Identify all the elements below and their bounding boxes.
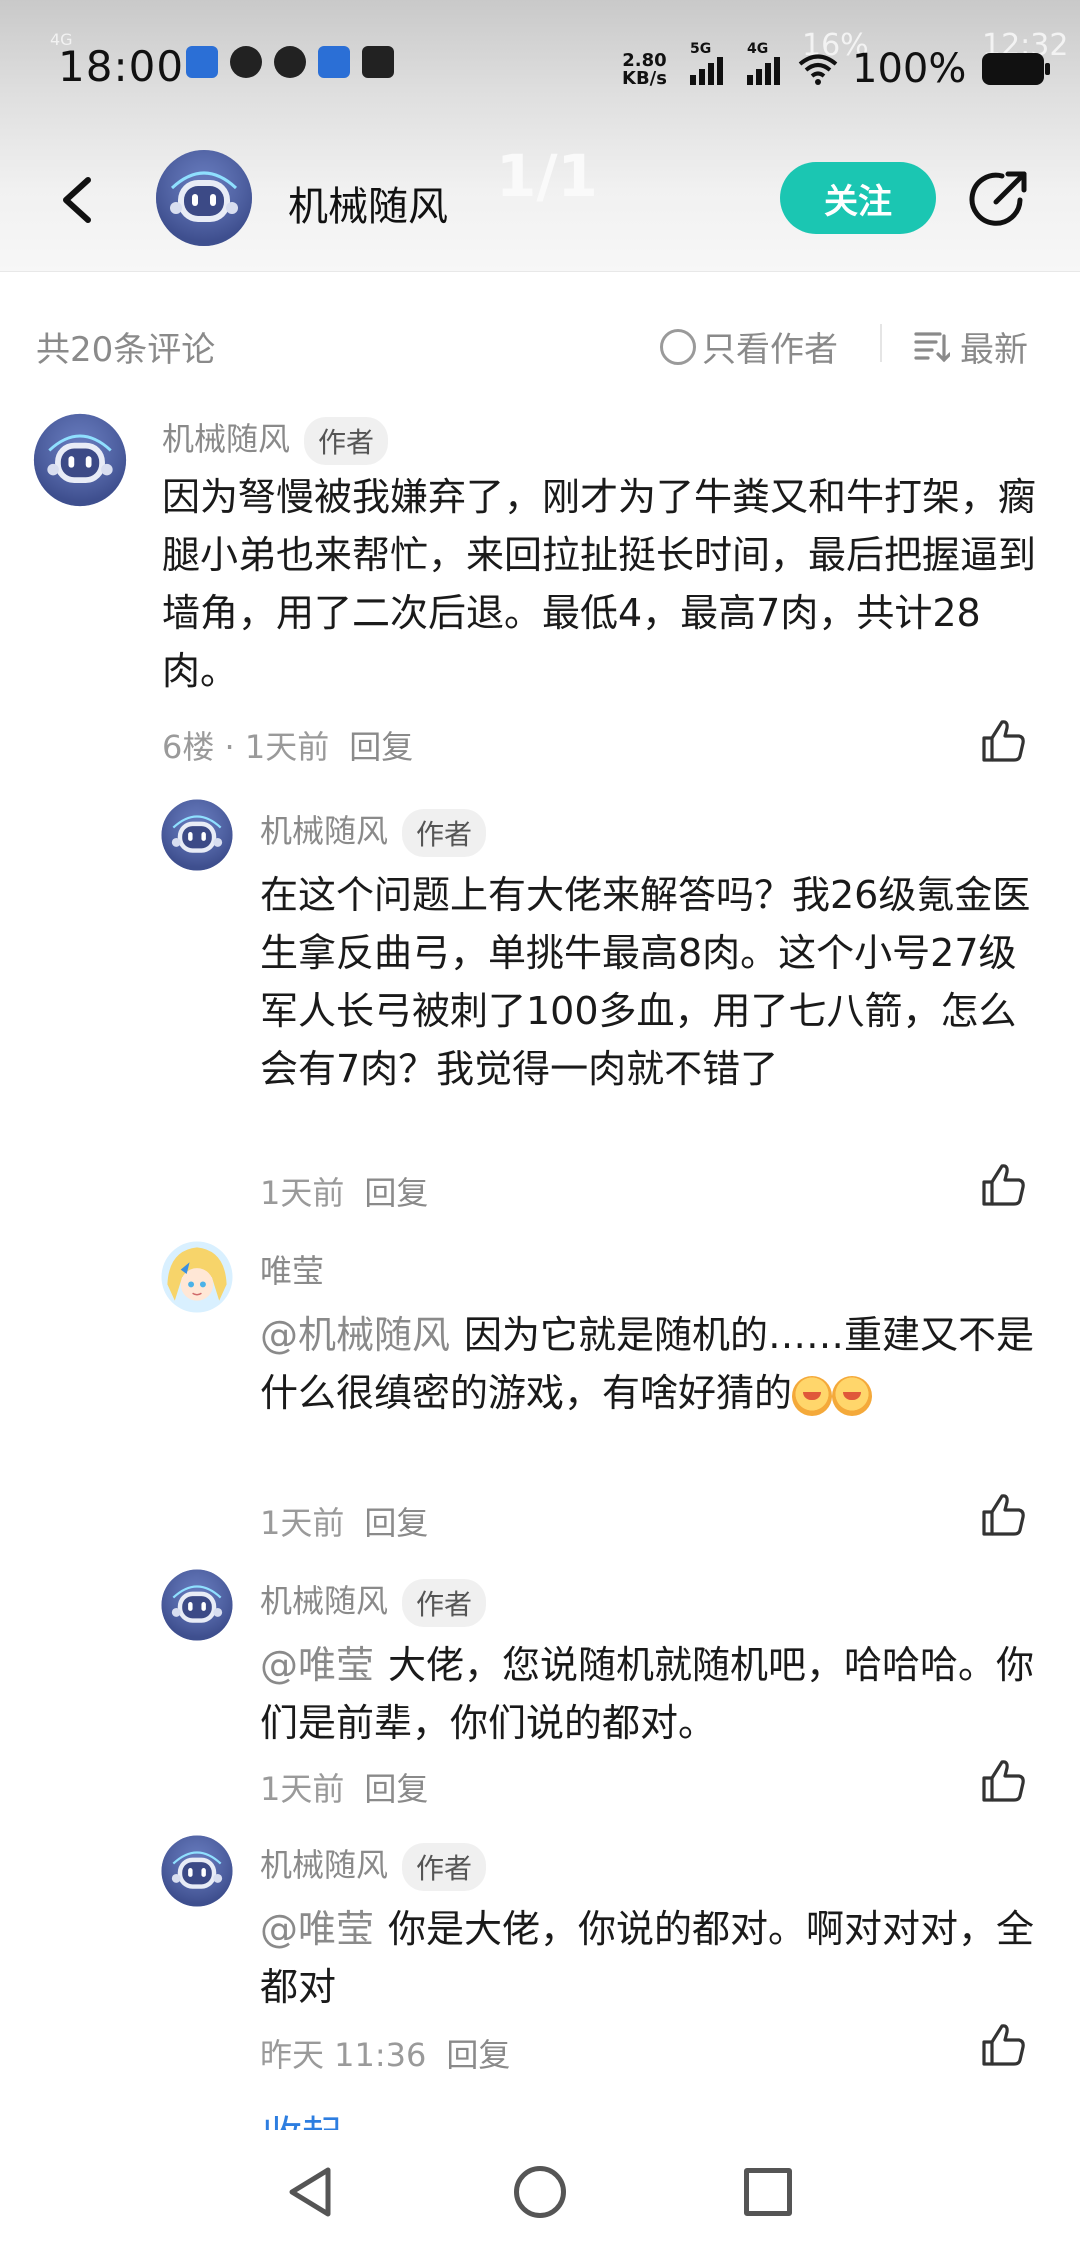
person-icon xyxy=(362,46,394,78)
comment-text: 在这个问题上有大佬来解答吗？我26级氪金医生拿反曲弓，单挑牛最高8肉。这个小号2… xyxy=(260,873,1031,1091)
comment-author-name: 唯莹 xyxy=(260,1252,325,1290)
comment-author[interactable]: 机械随风 作者 xyxy=(260,1840,487,1891)
sort-button[interactable]: 最新 xyxy=(914,322,1028,371)
comment-text: 因为弩慢被我嫌弃了，刚才为了牛粪又和牛打架，瘸腿小弟也来帮忙，来回拉扯挺长时间，… xyxy=(162,475,1037,693)
comment-author[interactable]: 唯莹 xyxy=(260,1246,324,1292)
mention-link[interactable]: @唯莹 xyxy=(260,1907,374,1951)
thumbs-up-icon[interactable] xyxy=(978,1490,1028,1540)
radio-icon[interactable] xyxy=(660,328,696,365)
comment-meta: 1天前 回复 xyxy=(260,1498,428,1544)
author-only-label: 只看作者 xyxy=(702,330,838,370)
share-icon[interactable] xyxy=(966,166,1032,232)
wifi-icon xyxy=(798,54,838,85)
comment-author-name: 机械随风 xyxy=(260,1846,389,1884)
status-right-group: 5G 4G 100% xyxy=(690,41,1051,92)
comment-time: 1天前 xyxy=(260,1770,345,1808)
thumbs-up-icon[interactable] xyxy=(978,716,1028,766)
comment-meta: 1天前 回复 xyxy=(260,1764,428,1810)
thumbs-up-icon[interactable] xyxy=(978,2020,1028,2070)
back-arrow-icon[interactable] xyxy=(50,170,106,230)
comment-author[interactable]: 机械随风 作者 xyxy=(260,1576,487,1627)
nav-back-icon[interactable] xyxy=(284,2164,338,2220)
weibo-icon xyxy=(274,46,306,78)
smile-emoji-icon xyxy=(792,1375,833,1416)
comment-detail-screen: 4G 18:00 2.80 KB/s 16% 12:32 5G 4G 100% … xyxy=(0,0,1080,2244)
author-tag: 作者 xyxy=(402,809,487,857)
comment-author-name: 机械随风 xyxy=(162,420,291,458)
system-nav-bar xyxy=(0,2130,1080,2244)
sort-label: 最新 xyxy=(960,330,1028,370)
nav-recent-icon[interactable] xyxy=(744,2168,792,2216)
signal-4g-icon: 4G xyxy=(747,41,780,85)
comment-meta: 6楼 · 1天前 回复 xyxy=(162,722,413,768)
reply-button[interactable]: 回复 xyxy=(349,728,413,766)
avatar[interactable] xyxy=(154,148,254,248)
author-tag: 作者 xyxy=(402,1843,487,1891)
reply-button[interactable]: 回复 xyxy=(446,2036,510,2074)
thumbs-up-icon[interactable] xyxy=(978,1160,1028,1210)
comment-time: 1天前 xyxy=(260,1174,345,1212)
comment-author[interactable]: 机械随风 作者 xyxy=(260,806,487,857)
avatar[interactable] xyxy=(160,798,234,872)
comment-body: 大佬，您说随机就随机吧，哈哈哈。你们是前辈，你们说的都对。 xyxy=(260,1643,1035,1745)
sort-icon xyxy=(914,331,950,362)
battery-percent: 100% xyxy=(852,46,967,92)
mention-link[interactable]: @机械随风 xyxy=(260,1313,450,1357)
status-bar: 4G 18:00 2.80 KB/s 16% 12:32 5G 4G 100% xyxy=(0,0,1080,130)
avatar[interactable] xyxy=(32,412,128,508)
app-notification-icon xyxy=(186,46,218,78)
network-speed-unit: KB/s xyxy=(622,68,667,89)
comment-meta: 1天前 回复 xyxy=(260,1168,428,1214)
comment-filter-bar: 共20条评论 只看作者 最新 xyxy=(0,310,1080,376)
comment-author-name: 机械随风 xyxy=(260,1582,389,1620)
reply-button[interactable]: 回复 xyxy=(364,1504,428,1542)
nav-home-icon[interactable] xyxy=(514,2166,566,2218)
battery-icon xyxy=(982,53,1051,85)
author-only-toggle[interactable]: 只看作者 xyxy=(660,322,838,371)
comment-author-name: 机械随风 xyxy=(260,812,389,850)
notification-icons xyxy=(186,46,394,78)
comment-time: 昨天 11:36 xyxy=(260,2036,427,2074)
comment-floor-time: 6楼 · 1天前 xyxy=(162,728,330,766)
comment-meta: 昨天 11:36 回复 xyxy=(260,2030,510,2076)
reply-button[interactable]: 回复 xyxy=(364,1174,428,1212)
comment-total-count: 共20条评论 xyxy=(36,330,216,370)
comment-text: @机械随风 因为它就是随机的……重建又不是什么很缜密的游戏，有啥好猜的 xyxy=(260,1306,1040,1422)
comment-author[interactable]: 机械随风 作者 xyxy=(162,414,389,465)
author-tag: 作者 xyxy=(304,417,389,465)
author-tag: 作者 xyxy=(402,1579,487,1627)
signal-5g-icon: 5G xyxy=(690,41,723,85)
thumbs-up-icon[interactable] xyxy=(978,1756,1028,1806)
comment-body: 你是大佬，你说的都对。啊对对对，全都对 xyxy=(260,1907,1035,2009)
avatar[interactable] xyxy=(160,1568,234,1642)
comment-time: 1天前 xyxy=(260,1504,345,1542)
reply-button[interactable]: 回复 xyxy=(364,1770,428,1808)
header-author-name[interactable]: 机械随风 xyxy=(288,174,448,232)
comment-text: @唯莹 你是大佬，你说的都对。啊对对对，全都对 xyxy=(260,1900,1050,2016)
mention-link[interactable]: @唯莹 xyxy=(260,1643,374,1687)
status-time: 18:00 xyxy=(58,42,185,91)
header: 1/1 机械随风 关注 xyxy=(0,130,1080,272)
app-blue-icon xyxy=(318,46,350,78)
top-area: 4G 18:00 2.80 KB/s 16% 12:32 5G 4G 100% … xyxy=(0,0,1080,272)
follow-button[interactable]: 关注 xyxy=(780,162,936,234)
chat-notification-icon xyxy=(230,46,262,78)
network-speed: 2.80 KB/s xyxy=(622,52,667,88)
divider xyxy=(880,324,882,362)
smile-emoji-icon xyxy=(832,1375,873,1416)
avatar[interactable] xyxy=(160,1240,234,1314)
comment-text: @唯莹 大佬，您说随机就随机吧，哈哈哈。你们是前辈，你们说的都对。 xyxy=(260,1636,1060,1752)
avatar[interactable] xyxy=(160,1834,234,1908)
page-indicator: 1/1 xyxy=(496,142,598,210)
